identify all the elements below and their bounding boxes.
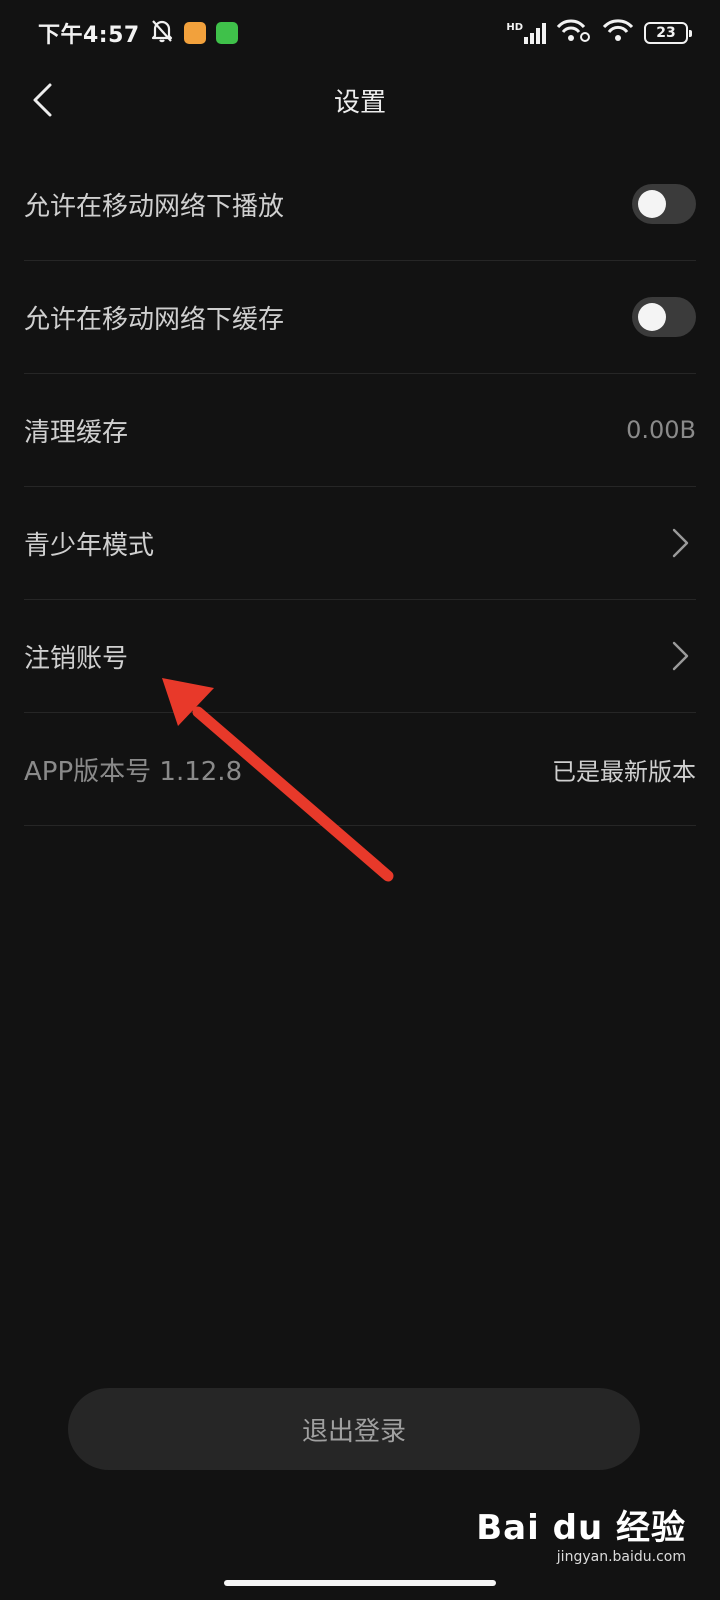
baidu-logo: Bai du 经验 [476, 1508, 686, 1548]
setting-mobile-play-label: 允许在移动网络下播放 [24, 191, 285, 222]
setting-mobile-cache-label: 允许在移动网络下缓存 [24, 304, 285, 335]
toggle-knob [638, 303, 666, 331]
cellular-signal-icon: HD [506, 22, 546, 44]
watermark-url: jingyan.baidu.com [556, 1549, 686, 1565]
setting-teen-mode-label: 青少年模式 [24, 530, 155, 561]
status-right: HD 23 [506, 19, 692, 47]
status-left: 下午4:57 [38, 17, 238, 49]
setting-mobile-cache: 允许在移动网络下缓存 [24, 261, 696, 374]
mobile-cache-toggle[interactable] [632, 297, 696, 337]
chevron-left-icon [33, 83, 52, 117]
logout-button[interactable]: 退出登录 [68, 1388, 640, 1470]
setting-clear-cache-label: 清理缓存 [24, 417, 129, 448]
back-button[interactable] [18, 76, 66, 124]
home-gesture-bar[interactable] [224, 1580, 496, 1586]
status-time: 下午4:57 [38, 23, 140, 48]
hd-label: HD [506, 22, 523, 33]
header: 设置 [0, 66, 720, 134]
toggle-knob [638, 190, 666, 218]
bell-off-icon [150, 18, 174, 48]
battery-icon: 23 [644, 22, 692, 44]
setting-mobile-play: 允许在移动网络下播放 [24, 148, 696, 261]
mobile-play-toggle[interactable] [632, 184, 696, 224]
setting-deactivate-account-label: 注销账号 [24, 643, 129, 674]
setting-teen-mode[interactable]: 青少年模式 [24, 487, 696, 600]
app-version-status: 已是最新版本 [552, 757, 696, 786]
battery-level: 23 [656, 25, 676, 41]
gallery-app-icon [183, 22, 206, 44]
android-app-icon [215, 22, 238, 44]
baidu-watermark: Bai du 经验 jingyan.baidu.com [476, 1500, 686, 1565]
status-bar: 下午4:57 HD 23 [0, 0, 720, 66]
chevron-right-icon [666, 636, 696, 676]
wifi-icon [602, 19, 634, 47]
cache-size-value: 0.00B [626, 416, 696, 444]
logout-label: 退出登录 [301, 1416, 406, 1447]
wifi-link-icon [556, 19, 592, 47]
page-title: 设置 [333, 87, 386, 118]
annotation-arrow-icon [162, 678, 394, 882]
setting-clear-cache[interactable]: 清理缓存 0.00B [24, 374, 696, 487]
chevron-right-icon [666, 523, 696, 563]
